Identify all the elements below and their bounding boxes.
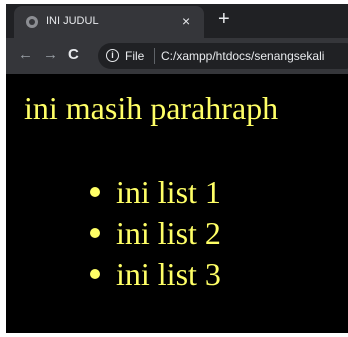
info-icon[interactable]: i — [106, 49, 119, 62]
close-icon[interactable]: × — [182, 13, 190, 29]
list-item: ini list 1 — [90, 172, 221, 213]
browser-window: INI JUDUL × + ← → C i File C:/xampp/htdo… — [6, 4, 348, 333]
list-item: ini list 2 — [90, 213, 221, 254]
back-icon[interactable]: ← — [18, 46, 33, 64]
bullet-icon — [90, 187, 100, 197]
forward-icon[interactable]: → — [43, 46, 58, 64]
address-divider — [154, 48, 155, 64]
tab-title: INI JUDUL — [46, 15, 99, 27]
browser-toolbar: ← → C i File C:/xampp/htdocs/senangsekal… — [6, 38, 348, 74]
bullet-icon — [90, 228, 100, 238]
list-item-label: ini list 3 — [116, 256, 221, 292]
reload-icon[interactable]: C — [68, 46, 79, 64]
tab-strip: INI JUDUL × + — [6, 4, 348, 38]
url-text[interactable]: C:/xampp/htdocs/senangsekali — [161, 49, 324, 63]
list-item: ini list 3 — [90, 254, 221, 295]
bullet-list: ini list 1 ini list 2 ini list 3 — [90, 172, 221, 295]
bullet-icon — [90, 269, 100, 279]
list-item-label: ini list 2 — [116, 215, 221, 251]
new-tab-button[interactable]: + — [218, 9, 230, 29]
address-bar[interactable]: i File C:/xampp/htdocs/senangsekali — [98, 43, 348, 69]
file-label: File — [125, 49, 145, 63]
paragraph: ini masih parahraph — [24, 90, 279, 126]
page-content: ini masih parahraph ini list 1 ini list … — [6, 74, 348, 333]
globe-icon — [26, 16, 38, 28]
tab-active[interactable]: INI JUDUL × — [14, 6, 204, 38]
list-item-label: ini list 1 — [116, 174, 221, 210]
